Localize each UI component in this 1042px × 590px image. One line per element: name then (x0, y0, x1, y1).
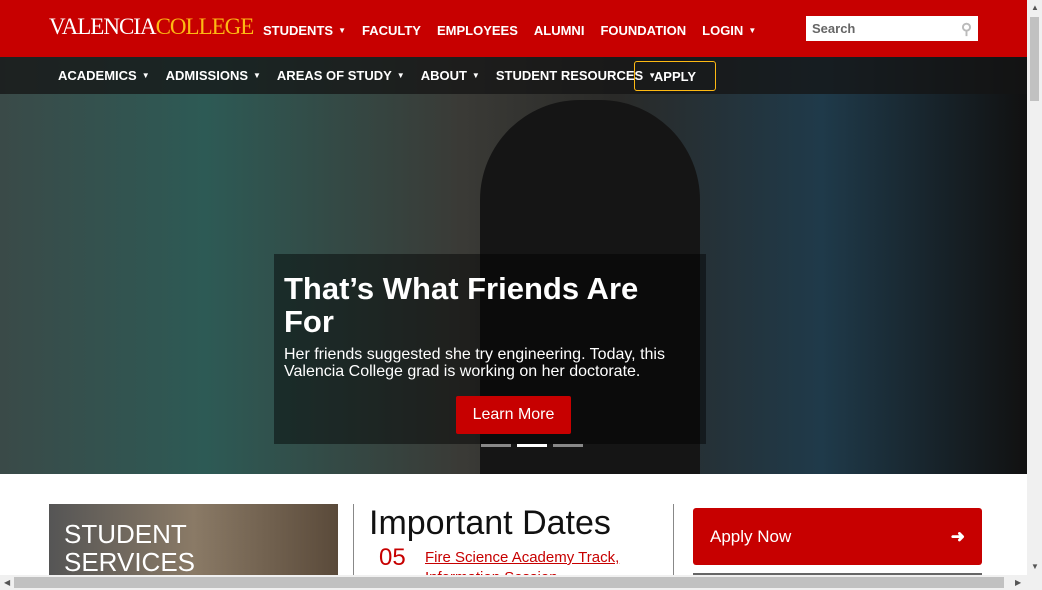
nav-academics[interactable]: ACADEMICS ▼ (58, 68, 150, 83)
nav-areas-of-study[interactable]: AREAS OF STUDY ▼ (277, 68, 405, 83)
nav-login[interactable]: LOGIN ▼ (702, 23, 756, 38)
search-input[interactable]: Search ⚲ (806, 16, 978, 41)
student-services-card[interactable]: STUDENT SERVICES (49, 504, 338, 576)
hero-text: Her friends suggested she try engineerin… (284, 346, 665, 380)
apply-button[interactable]: APPLY (634, 61, 716, 91)
horizontal-scrollbar[interactable]: ◀ ▶ (0, 575, 1027, 590)
nav-admissions[interactable]: ADMISSIONS ▼ (166, 68, 261, 83)
nav-alumni[interactable]: ALUMNI (534, 23, 585, 38)
slide-indicator[interactable] (481, 444, 511, 447)
learn-more-button[interactable]: Learn More (456, 396, 571, 434)
main-nav: STUDENTS ▼ FACULTY EMPLOYEES ALUMNI FOUND… (263, 23, 756, 38)
hero-title: That’s What Friends Are For (284, 271, 639, 339)
date-day: 05 (379, 544, 406, 571)
slide-indicator[interactable] (553, 444, 583, 447)
apply-now-button[interactable]: Apply Now ➜ (693, 508, 982, 565)
nav-foundation[interactable]: FOUNDATION (600, 23, 686, 38)
scroll-thumb[interactable] (1030, 17, 1039, 101)
nav-faculty[interactable]: FACULTY (362, 23, 421, 38)
slide-indicator-active[interactable] (517, 444, 547, 447)
nav-about[interactable]: ABOUT ▼ (421, 68, 480, 83)
dates-title: Important Dates (369, 504, 611, 542)
date-link[interactable]: Fire Science Academy Track, Information … (425, 548, 645, 575)
nav-students[interactable]: STUDENTS ▼ (263, 23, 346, 38)
valencia-logo[interactable]: VALENCIACOLLEGE (49, 14, 254, 40)
scroll-thumb[interactable] (14, 577, 1004, 588)
divider (673, 504, 674, 576)
search-icon[interactable]: ⚲ (961, 20, 972, 38)
carousel-indicators (481, 444, 583, 447)
nav-employees[interactable]: EMPLOYEES (437, 23, 518, 38)
sub-nav: ACADEMICS ▼ ADMISSIONS ▼ AREAS OF STUDY ▼ A… (58, 68, 656, 83)
vertical-scrollbar[interactable]: ▲ ▼ (1027, 0, 1042, 590)
arrow-right-icon: ➜ (950, 526, 965, 546)
nav-student-resources[interactable]: STUDENT RESOURCES ▼ (496, 68, 656, 83)
divider (353, 504, 354, 576)
